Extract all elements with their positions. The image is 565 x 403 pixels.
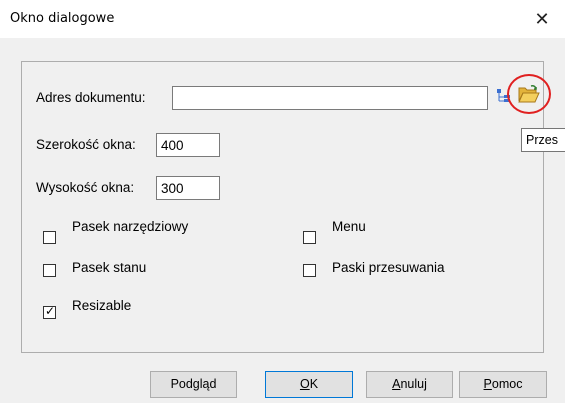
height-input[interactable] <box>156 176 220 200</box>
width-input[interactable] <box>156 133 220 157</box>
cancel-button[interactable]: Anuluj <box>366 371 453 398</box>
cancel-button-label: nuluj <box>400 377 427 391</box>
menu-checkbox-label: Menu <box>332 219 366 234</box>
resizable-checkbox-label: Resizable <box>72 298 132 313</box>
scrollbars-checkbox[interactable] <box>303 264 316 277</box>
close-icon: ✕ <box>534 9 550 29</box>
browse-tooltip: Przes <box>521 128 565 152</box>
scrollbars-checkbox-label: Paski przesuwania <box>332 260 445 275</box>
toolbar-checkbox-label: Pasek narzędziowy <box>72 219 189 234</box>
status-bar-checkbox[interactable] <box>43 264 56 277</box>
help-button-label: omoc <box>491 377 523 391</box>
help-button-mnemonic: P <box>483 377 492 391</box>
width-label: Szerokość okna: <box>36 137 136 152</box>
preview-button-label: Podgląd <box>170 377 217 391</box>
title-bar: Okno dialogowe ✕ <box>0 0 565 38</box>
window-title: Okno dialogowe <box>10 11 115 26</box>
close-button[interactable]: ✕ <box>519 0 565 38</box>
menu-checkbox[interactable] <box>303 231 316 244</box>
toolbar-checkbox[interactable] <box>43 231 56 244</box>
ok-button-label: K <box>309 377 319 391</box>
address-label: Adres dokumentu: <box>36 90 146 105</box>
resizable-checkbox[interactable]: ✓ <box>43 304 56 319</box>
check-icon: ✓ <box>45 304 56 318</box>
highlight-circle <box>507 74 551 114</box>
help-button[interactable]: Pomoc <box>459 371 547 398</box>
ok-button[interactable]: OK <box>265 371 353 398</box>
preview-button[interactable]: Podgląd <box>150 371 237 398</box>
ok-button-mnemonic: O <box>299 377 310 391</box>
address-input[interactable] <box>172 86 488 110</box>
height-label: Wysokość okna: <box>36 180 135 195</box>
status-bar-checkbox-label: Pasek stanu <box>72 260 147 275</box>
